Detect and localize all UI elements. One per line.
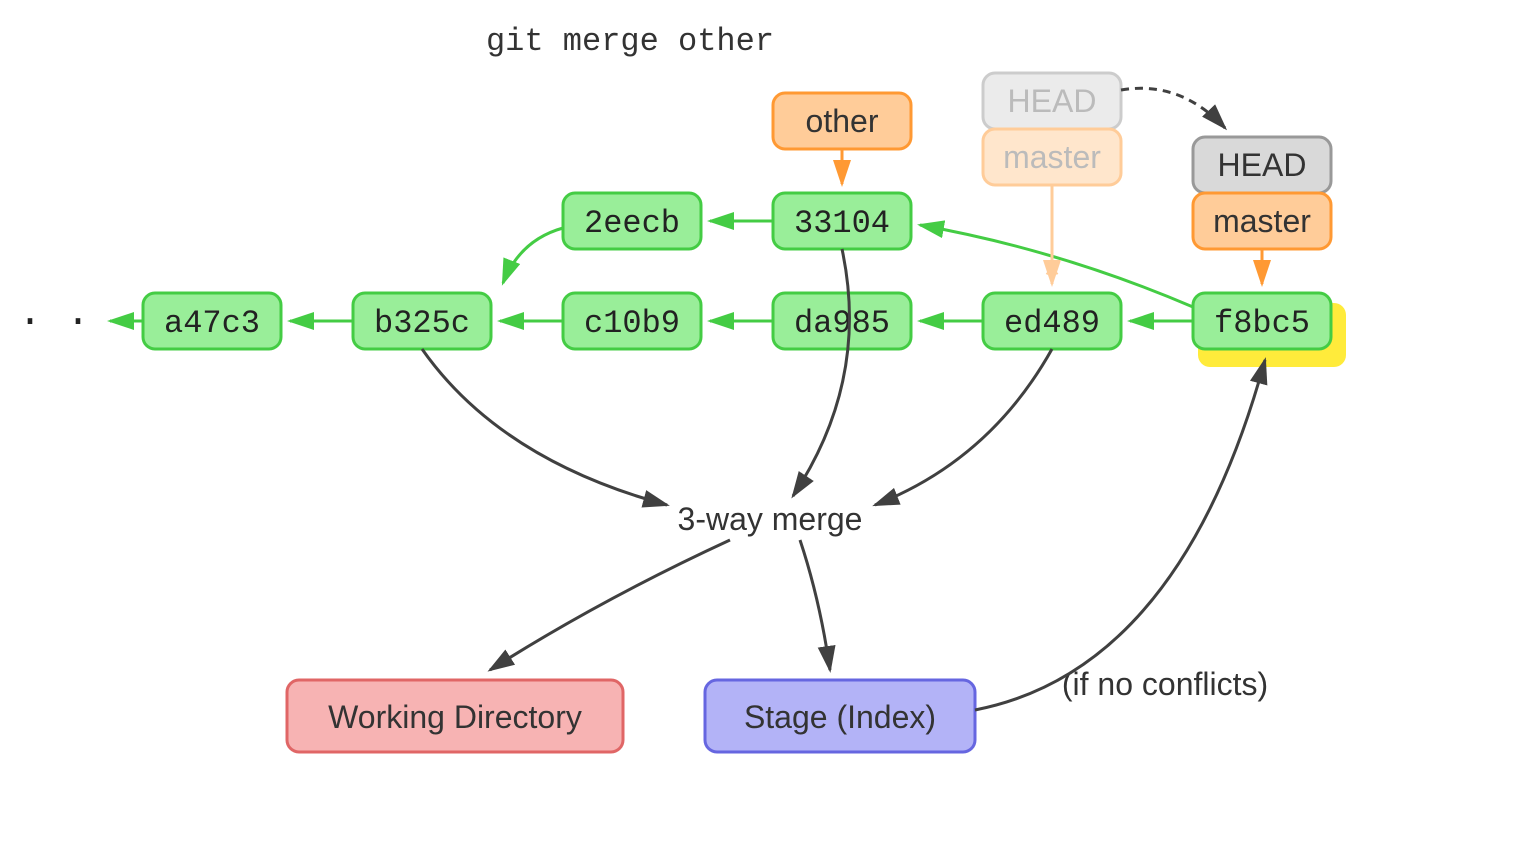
arrow-stage-f8bc5 — [975, 360, 1265, 710]
diagram-title: git merge other — [486, 23, 774, 60]
arrow-head-move — [1121, 88, 1225, 128]
ref-head: HEAD — [1193, 137, 1331, 193]
ref-head-old: HEAD — [983, 73, 1121, 129]
commit-ed489-label: ed489 — [1004, 305, 1100, 342]
commit-da985: da985 — [773, 293, 911, 349]
stage-label: Stage (Index) — [744, 699, 936, 735]
commit-2eecb: 2eecb — [563, 193, 701, 249]
commit-da985-label: da985 — [794, 305, 890, 342]
commit-a47c3-label: a47c3 — [164, 305, 260, 342]
commit-2eecb-label: 2eecb — [584, 205, 680, 242]
arrow-ed489-merge — [875, 349, 1052, 505]
commit-f8bc5: f8bc5 — [1193, 293, 1331, 349]
arrow-merge-workdir — [490, 540, 730, 670]
arrow-merge-stage — [800, 540, 830, 670]
ref-head-old-label: HEAD — [1008, 83, 1097, 119]
working-directory-box: Working Directory — [287, 680, 623, 752]
commit-b325c: b325c — [353, 293, 491, 349]
merge-label: 3-way merge — [678, 501, 863, 537]
commit-c10b9-label: c10b9 — [584, 305, 680, 342]
commit-a47c3: a47c3 — [143, 293, 281, 349]
ref-master-old: master — [983, 129, 1121, 185]
arrow-2eecb-b325c — [503, 228, 563, 283]
ref-other-label: other — [806, 103, 879, 139]
git-merge-diagram: git merge other · · · a47c3 b325c c10b9 … — [0, 0, 1522, 850]
commit-33104-label: 33104 — [794, 205, 890, 242]
commit-b325c-label: b325c — [374, 305, 470, 342]
commit-ed489: ed489 — [983, 293, 1121, 349]
conflict-note: (if no conflicts) — [1062, 666, 1268, 702]
ref-head-label: HEAD — [1218, 147, 1307, 183]
x-mark-icon: × — [1044, 253, 1060, 284]
ref-master-label: master — [1213, 203, 1311, 239]
commit-f8bc5-label: f8bc5 — [1214, 305, 1310, 342]
stage-box: Stage (Index) — [705, 680, 975, 752]
ref-master: master — [1193, 193, 1331, 249]
commit-c10b9: c10b9 — [563, 293, 701, 349]
commit-33104: 33104 — [773, 193, 911, 249]
arrow-33104-merge — [793, 249, 849, 496]
working-directory-label: Working Directory — [328, 699, 582, 735]
arrow-b325c-merge — [422, 349, 667, 505]
ref-other: other — [773, 93, 911, 149]
ref-master-old-label: master — [1003, 139, 1101, 175]
